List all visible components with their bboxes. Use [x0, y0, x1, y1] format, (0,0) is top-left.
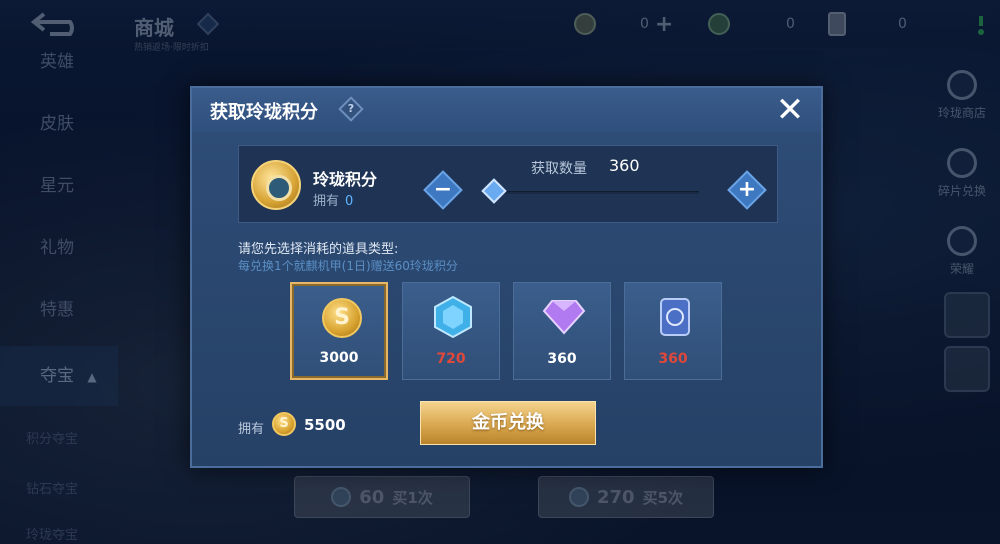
card-coupon-icon	[660, 298, 690, 336]
points-owned: 拥有 0	[313, 190, 353, 209]
close-button[interactable]: ✕	[773, 93, 807, 128]
linglong-points-icon	[251, 160, 301, 210]
increase-button[interactable]: +	[727, 170, 767, 210]
item-gold-coin[interactable]: S 3000	[290, 282, 388, 380]
item-purple-diamond[interactable]: 360	[513, 282, 611, 380]
quantity-value: 360	[609, 156, 640, 175]
item-cost: 360	[547, 351, 577, 367]
plus-icon: +	[737, 177, 757, 202]
quantity-slider-handle[interactable]	[481, 178, 507, 204]
help-mark: ?	[347, 102, 355, 115]
points-panel: 玲珑积分 拥有 0 获取数量 360 − +	[238, 145, 778, 223]
item-cost: 720	[436, 351, 466, 367]
decrease-button[interactable]: −	[423, 170, 463, 210]
item-cost: 360	[658, 351, 688, 367]
choose-item-hint: 请您先选择消耗的道具类型:	[238, 242, 399, 257]
quantity-label: 获取数量	[531, 161, 587, 177]
blue-crystal-icon	[434, 295, 472, 339]
points-name: 玲珑积分	[313, 170, 378, 189]
owned-label: 拥有	[238, 422, 265, 437]
help-icon[interactable]: ?	[338, 96, 364, 122]
points-owned-label: 拥有	[313, 194, 340, 209]
gold-coin-icon: S	[272, 412, 296, 436]
dialog-header: 获取玲珑积分 ? ✕	[192, 88, 821, 132]
purple-diamond-icon	[542, 300, 586, 335]
gold-coin-icon: S	[322, 298, 362, 338]
gold-exchange-button[interactable]: 金币兑换	[420, 401, 596, 445]
owned-gold-value: 5500	[304, 416, 346, 434]
quantity-slider-track[interactable]	[489, 191, 699, 194]
minus-icon: −	[433, 177, 453, 202]
item-cost: 3000	[319, 350, 359, 366]
item-card-coupon[interactable]: 360	[624, 282, 722, 380]
item-blue-crystal[interactable]: 720	[402, 282, 500, 380]
exchange-rule-hint: 每兑换1个就麒机甲(1日)赠送60玲珑积分	[238, 259, 458, 273]
dialog-title: 获取玲珑积分	[210, 102, 318, 123]
points-owned-value: 0	[345, 194, 354, 209]
get-points-dialog: 获取玲珑积分 ? ✕ 玲珑积分 拥有 0 获取数量 360 − + 请您先选择消耗…	[190, 86, 823, 468]
